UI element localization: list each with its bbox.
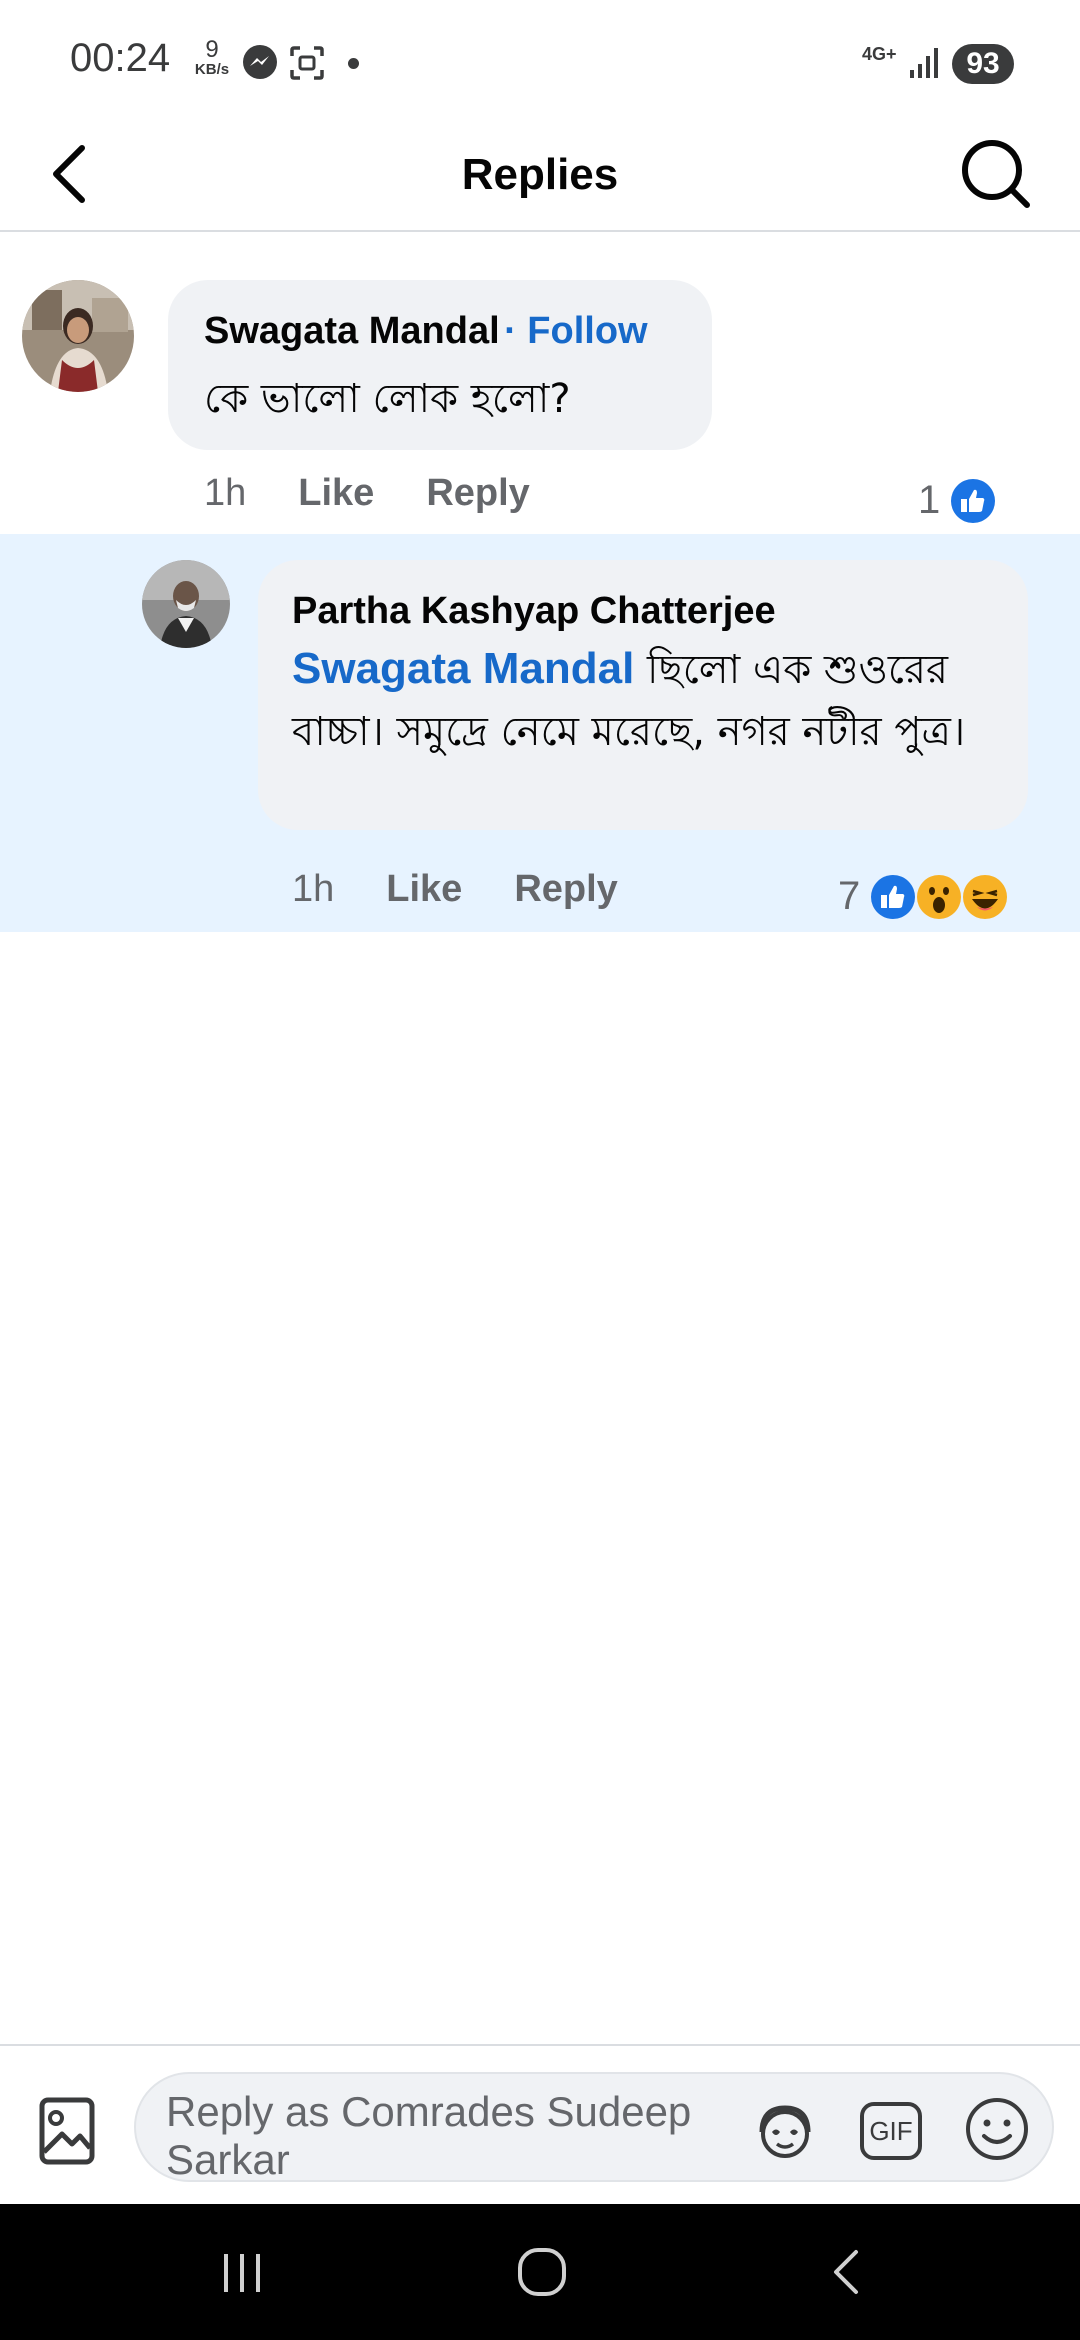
signal-icon bbox=[910, 48, 938, 78]
status-time: 00:24 bbox=[70, 36, 171, 80]
reply-item: Partha Kashyap Chatterjee Swagata Mandal… bbox=[0, 534, 1080, 932]
recent-apps-button[interactable] bbox=[212, 2242, 272, 2302]
like-icon bbox=[871, 875, 915, 919]
system-nav-bar bbox=[0, 2204, 1080, 2340]
comment-bubble: Partha Kashyap Chatterjee Swagata Mandal… bbox=[258, 560, 1028, 830]
reply-button[interactable]: Reply bbox=[426, 472, 529, 514]
status-bar: 00:24 9 KB/s 4G+ 93 bbox=[0, 0, 1080, 120]
comment-item: Swagata Mandal · Follow কে ভালো লোক হলো?… bbox=[0, 232, 1080, 534]
comment-text: Swagata Mandal ছিলো এক শুওরের বাচ্চা। সম… bbox=[292, 644, 966, 755]
page-title: Replies bbox=[461, 150, 619, 199]
image-icon[interactable] bbox=[36, 2090, 100, 2170]
wow-icon bbox=[917, 875, 961, 919]
search-icon[interactable] bbox=[955, 128, 1035, 218]
like-button[interactable]: Like bbox=[386, 868, 462, 910]
reply-placeholder: Reply as Comrades Sudeep Sarkar bbox=[166, 2088, 692, 2182]
reply-button[interactable]: Reply bbox=[514, 868, 617, 910]
like-icon bbox=[951, 479, 995, 523]
comment-meta: 1h Like Reply bbox=[292, 868, 618, 911]
comment-bubble: Swagata Mandal · Follow কে ভালো লোক হলো? bbox=[168, 280, 712, 450]
reply-composer: Reply as Comrades Sudeep Sarkar GIF bbox=[0, 2044, 1080, 2206]
comment-text: কে ভালো লোক হলো? bbox=[204, 376, 571, 422]
nav-back-button[interactable] bbox=[816, 2242, 876, 2302]
screenshot-icon bbox=[290, 46, 324, 80]
avatar-sticker-icon[interactable] bbox=[750, 2098, 820, 2168]
avatar[interactable] bbox=[142, 560, 230, 648]
messenger-icon bbox=[243, 45, 277, 79]
home-button[interactable] bbox=[512, 2242, 572, 2302]
battery-indicator: 93 bbox=[952, 44, 1014, 84]
comment-meta: 1h Like Reply bbox=[204, 472, 530, 515]
emoji-icon[interactable] bbox=[962, 2094, 1032, 2164]
comment-author[interactable]: Partha Kashyap Chatterjee bbox=[292, 590, 776, 633]
gif-button[interactable]: GIF bbox=[860, 2102, 922, 2160]
comment-time: 1h bbox=[292, 868, 335, 910]
notification-dot bbox=[348, 58, 359, 69]
like-button[interactable]: Like bbox=[298, 472, 374, 514]
comment-author[interactable]: Swagata Mandal bbox=[204, 310, 500, 352]
mention-link[interactable]: Swagata Mandal bbox=[292, 644, 634, 693]
data-rate: 9 KB/s bbox=[194, 36, 230, 78]
network-indicator: 4G+ bbox=[862, 44, 897, 64]
avatar[interactable] bbox=[22, 280, 134, 392]
comment-time: 1h bbox=[204, 472, 247, 514]
reply-input[interactable]: Reply as Comrades Sudeep Sarkar GIF bbox=[134, 2072, 1054, 2182]
reaction-count[interactable]: 1 bbox=[918, 478, 940, 523]
reaction-count[interactable]: 7 bbox=[838, 874, 860, 919]
follow-button[interactable]: · Follow bbox=[504, 310, 648, 352]
header: Replies bbox=[0, 120, 1080, 232]
haha-icon bbox=[963, 875, 1007, 919]
